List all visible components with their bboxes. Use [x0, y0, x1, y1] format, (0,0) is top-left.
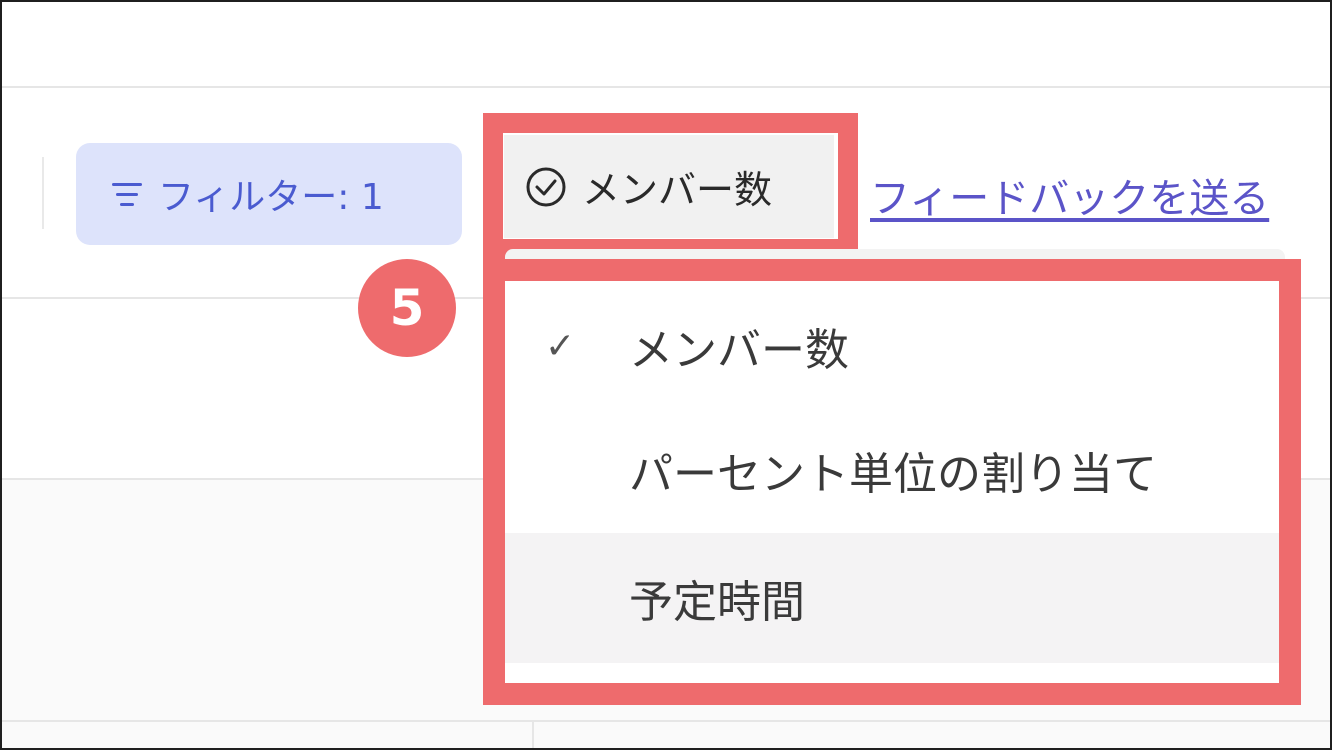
- menu-item-label: メンバー数: [629, 325, 849, 376]
- menu-item-percent-allocation[interactable]: パーセント単位の割り当て: [505, 405, 1279, 535]
- header-divider: [2, 86, 1330, 88]
- menu-item-scheduled-hours[interactable]: 予定時間: [505, 533, 1279, 663]
- grid-column-line: [532, 722, 534, 748]
- dropdown-shadow: [505, 249, 1285, 259]
- app-window: フィルター: 1 メンバー数 フィードバックを送る ✓ メンバー数 パーセント単…: [0, 0, 1332, 750]
- step-number-badge: 5: [358, 259, 456, 357]
- menu-item-member-count[interactable]: ✓ メンバー数: [505, 281, 1279, 411]
- toolbar-separator: [42, 157, 44, 229]
- filter-label: フィルター: 1: [158, 177, 384, 218]
- filter-button[interactable]: フィルター: 1: [76, 143, 462, 245]
- feedback-link[interactable]: フィードバックを送る: [870, 166, 1269, 224]
- filter-icon: [112, 182, 142, 206]
- menu-item-label: 予定時間: [629, 577, 805, 628]
- checkmark-icon: ✓: [545, 325, 576, 367]
- menu-item-label: パーセント単位の割り当て: [629, 449, 1157, 500]
- measure-dropdown-menu: ✓ メンバー数 パーセント単位の割り当て 予定時間: [483, 259, 1301, 705]
- grid-row-line: [2, 720, 1330, 722]
- highlight-box-measure-button: [483, 113, 858, 259]
